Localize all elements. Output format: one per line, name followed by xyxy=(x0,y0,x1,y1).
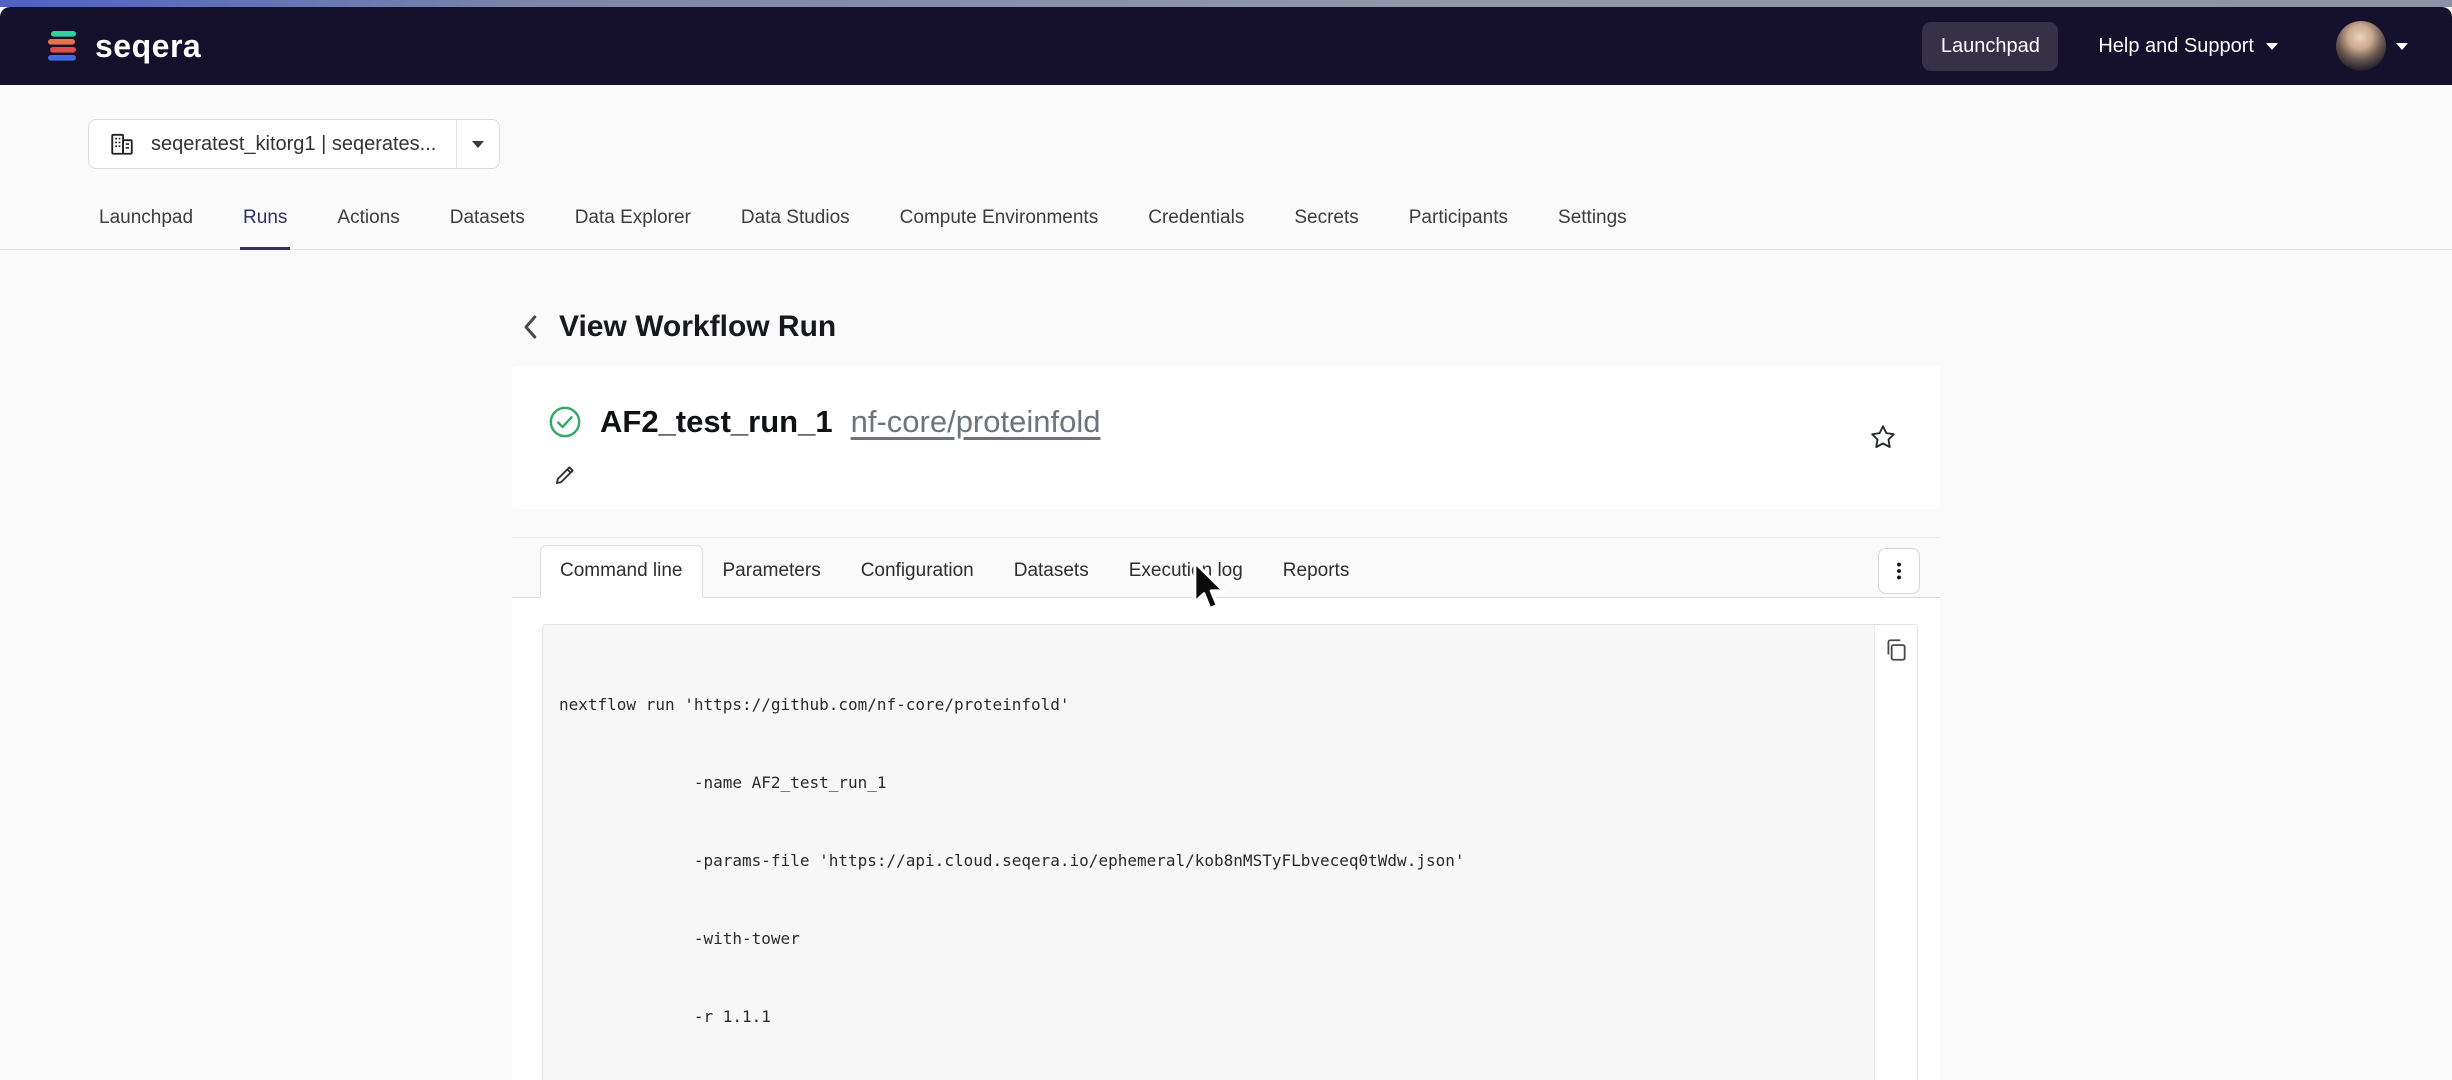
pencil-icon xyxy=(552,462,578,488)
run-name: AF2_test_run_1 xyxy=(600,404,833,440)
star-icon xyxy=(1868,422,1898,452)
copy-icon xyxy=(1883,637,1909,663)
code-line: -params-file 'https://api.cloud.seqera.i… xyxy=(559,848,1874,874)
tab-secrets[interactable]: Secrets xyxy=(1291,205,1361,249)
tab-data-explorer[interactable]: Data Explorer xyxy=(572,205,694,249)
workspace-selector[interactable]: seqeratest_kitorg1 | seqerates... xyxy=(88,119,500,169)
page-title: View Workflow Run xyxy=(559,310,836,344)
navbar-right: Launchpad Help and Support xyxy=(1922,21,2408,71)
tab-compute-environments[interactable]: Compute Environments xyxy=(897,205,1102,249)
tab-datasets[interactable]: Datasets xyxy=(447,205,528,249)
code-line: -r 1.1.1 xyxy=(559,1004,1874,1030)
organization-icon xyxy=(109,131,135,157)
command-line-text: nextflow run 'https://github.com/nf-core… xyxy=(543,625,1874,1080)
run-header-card: AF2_test_run_1 nf-core/proteinfold xyxy=(512,366,1940,509)
main-content: View Workflow Run AF2_test_run_1 nf-core… xyxy=(512,310,1940,1080)
run-options-button[interactable] xyxy=(1878,548,1920,594)
tab-participants[interactable]: Participants xyxy=(1406,205,1511,249)
tab-runs[interactable]: Runs xyxy=(240,205,290,250)
kebab-menu-icon xyxy=(1888,560,1910,582)
tab-configuration[interactable]: Configuration xyxy=(841,545,994,598)
tab-reports[interactable]: Reports xyxy=(1263,545,1370,598)
launchpad-button[interactable]: Launchpad xyxy=(1922,22,2058,71)
workspace-nav-tabs: Launchpad Runs Actions Datasets Data Exp… xyxy=(0,205,2452,250)
chevron-left-icon[interactable] xyxy=(520,312,542,342)
chevron-down-icon xyxy=(2266,43,2278,50)
run-detail-section: Command line Parameters Configuration Da… xyxy=(512,537,1940,1080)
tab-run-datasets[interactable]: Datasets xyxy=(994,545,1109,598)
tab-actions[interactable]: Actions xyxy=(334,205,402,249)
avatar[interactable] xyxy=(2336,21,2386,71)
code-line: -name AF2_test_run_1 xyxy=(559,770,1874,796)
workspace-selector-dropdown[interactable] xyxy=(456,120,499,168)
chevron-down-icon xyxy=(2396,43,2408,50)
brand-name: seqera xyxy=(95,28,201,65)
brand[interactable]: seqera xyxy=(44,28,201,65)
tab-data-studios[interactable]: Data Studios xyxy=(738,205,853,249)
workspace-selector-main[interactable]: seqeratest_kitorg1 | seqerates... xyxy=(89,120,456,168)
code-line: -with-tower xyxy=(559,926,1874,952)
command-line-panel: nextflow run 'https://github.com/nf-core… xyxy=(512,598,1940,1080)
code-gutter xyxy=(1874,625,1917,1080)
workspace-row: seqeratest_kitorg1 | seqerates... xyxy=(0,85,2452,169)
tab-settings[interactable]: Settings xyxy=(1555,205,1630,249)
check-circle-icon xyxy=(548,405,582,439)
help-and-support-menu[interactable]: Help and Support xyxy=(2098,35,2278,58)
app-window: seqera Launchpad Help and Support xyxy=(0,0,2452,1080)
detail-tabs-wrap: Command line Parameters Configuration Da… xyxy=(512,537,1940,598)
window-top-strip xyxy=(0,0,2452,7)
detail-tabs: Command line Parameters Configuration Da… xyxy=(512,545,1940,598)
pipeline-link[interactable]: nf-core/proteinfold xyxy=(851,404,1101,440)
edit-row xyxy=(548,462,1900,493)
help-menu-label: Help and Support xyxy=(2098,35,2254,58)
run-header: AF2_test_run_1 nf-core/proteinfold xyxy=(548,404,1900,440)
edit-run-button[interactable] xyxy=(552,462,578,488)
chevron-down-icon xyxy=(472,141,484,148)
code-line: nextflow run 'https://github.com/nf-core… xyxy=(559,692,1874,718)
seqera-logo-icon xyxy=(44,28,80,64)
tab-command-line[interactable]: Command line xyxy=(540,545,703,598)
tab-launchpad[interactable]: Launchpad xyxy=(96,205,196,249)
command-line-block: nextflow run 'https://github.com/nf-core… xyxy=(542,624,1918,1080)
copy-command-button[interactable] xyxy=(1883,637,1909,663)
tab-execution-log[interactable]: Execution log xyxy=(1109,545,1263,598)
top-navbar: seqera Launchpad Help and Support xyxy=(0,7,2452,85)
tab-parameters[interactable]: Parameters xyxy=(703,545,841,598)
user-menu[interactable] xyxy=(2336,21,2408,71)
favorite-run-button[interactable] xyxy=(1868,422,1898,452)
workspace-selector-label: seqeratest_kitorg1 | seqerates... xyxy=(151,133,436,156)
page-title-row: View Workflow Run xyxy=(512,310,1940,344)
tab-credentials[interactable]: Credentials xyxy=(1145,205,1247,249)
